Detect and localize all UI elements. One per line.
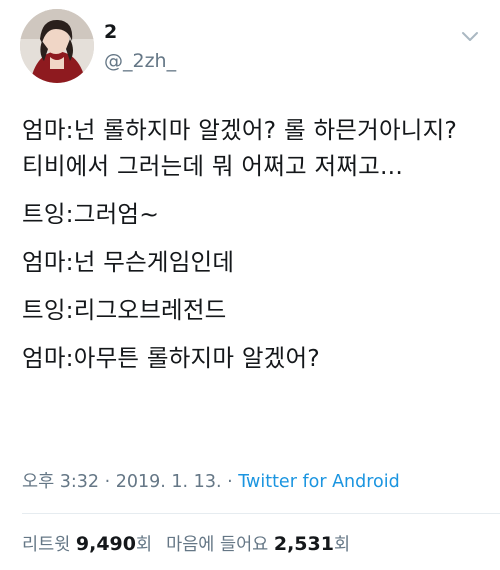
meta-separator: ·	[99, 472, 116, 492]
retweets-stat[interactable]: 리트윗 9,490회	[22, 533, 153, 555]
likes-suffix: 회	[333, 535, 351, 555]
tweet-paragraph: 트잉:그러엄~	[22, 200, 160, 228]
tweet-metadata: 오후 3:32 · 2019. 1. 13. · Twitter for And…	[22, 470, 400, 494]
tweet-card: 2 @_2zh_ 엄마:넌 롤하지마 알겠어? 롤 하믄거아니지? 티비에서 그…	[0, 0, 500, 570]
divider	[22, 513, 500, 514]
display-name[interactable]: 2	[104, 20, 117, 44]
tweet-text: 엄마:넌 롤하지마 알겠어? 롤 하믄거아니지? 티비에서 그러는데 뭐 어쩌고…	[22, 112, 482, 388]
retweets-label: 리트윗	[22, 535, 71, 555]
meta-separator: ·	[221, 472, 239, 492]
tweet-paragraph: 엄마:넌 롤하지마 알겠어? 롤 하믄거아니지? 티비에서 그러는데 뭐 어쩌고…	[22, 116, 458, 180]
tweet-paragraph: 엄마:아무튼 롤하지마 알겠어?	[22, 344, 320, 372]
tweet-date[interactable]: 2019. 1. 13.	[116, 472, 222, 492]
tweet-stats: 리트윗 9,490회 마음에 들어요 2,531회	[22, 531, 350, 558]
likes-label: 마음에 들어요	[166, 535, 269, 555]
likes-stat[interactable]: 마음에 들어요 2,531회	[166, 533, 351, 555]
tweet-paragraph: 엄마:넌 무슨게임인데	[22, 248, 235, 276]
likes-count: 2,531	[273, 533, 334, 555]
tweet-source-link[interactable]: Twitter for Android	[238, 472, 400, 492]
tweet-time[interactable]: 오후 3:32	[22, 472, 99, 492]
retweets-count: 9,490	[75, 533, 136, 555]
chevron-down-icon[interactable]	[458, 24, 482, 48]
tweet-paragraph: 트잉:리그오브레전드	[22, 296, 227, 324]
user-handle[interactable]: @_2zh_	[104, 49, 176, 73]
retweets-suffix: 회	[136, 535, 153, 555]
avatar[interactable]	[20, 9, 94, 83]
